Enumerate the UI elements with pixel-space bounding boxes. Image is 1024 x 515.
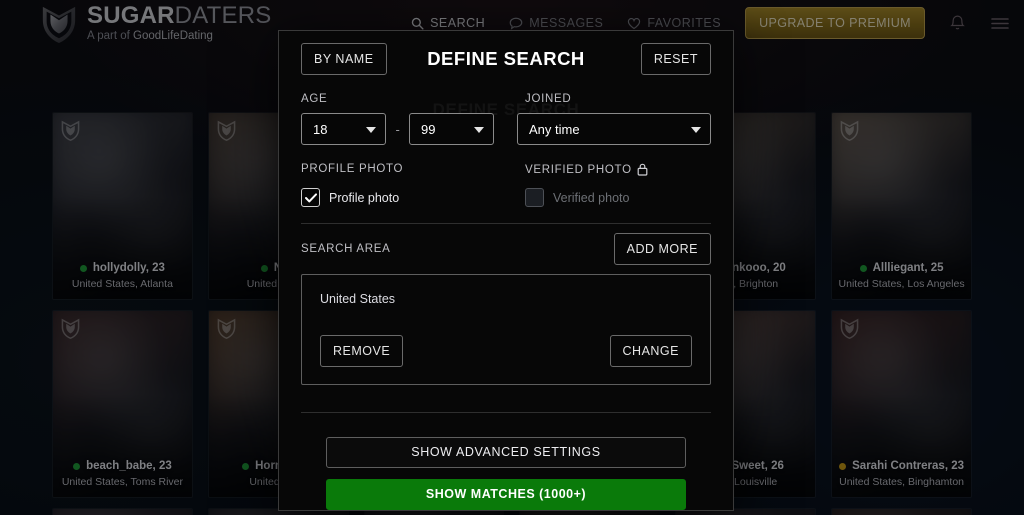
joined-select[interactable]: Any time	[517, 113, 711, 145]
field-inputs-row: 18 - 99 Any time	[301, 113, 711, 145]
profile-photo-label: PROFILE PHOTO	[301, 163, 404, 175]
age-range-separator: -	[395, 121, 400, 137]
checkmark-icon	[304, 192, 317, 202]
define-search-modal: DEFINE SEARCH BY NAME DEFINE SEARCH RESE…	[278, 30, 734, 511]
joined-value: Any time	[529, 121, 580, 137]
add-more-button[interactable]: ADD MORE	[613, 233, 711, 265]
show-matches-button[interactable]: SHOW MATCHES (1000+)	[326, 479, 686, 510]
show-advanced-settings-button[interactable]: SHOW ADVANCED SETTINGS	[326, 437, 686, 468]
verified-photo-label-group: VERIFIED PHOTO	[525, 163, 648, 176]
reset-button[interactable]: RESET	[640, 43, 711, 75]
age-label: AGE	[301, 93, 328, 105]
remove-area-button[interactable]: REMOVE	[320, 335, 404, 367]
checkbox-box-disabled	[525, 188, 544, 207]
joined-label: JOINED	[525, 93, 572, 105]
photo-checkboxes-row: Profile photo Verified photo	[301, 188, 711, 207]
lock-icon	[637, 163, 648, 176]
page-root: SUGARDATERS A part of GoodLifeDating SEA…	[0, 0, 1024, 515]
checkbox-box-checked	[301, 188, 320, 207]
age-max-select[interactable]: 99	[409, 113, 495, 145]
search-area-label: SEARCH AREA	[301, 243, 391, 255]
age-min-select[interactable]: 18	[301, 113, 387, 145]
verified-photo-checkbox-cell: Verified photo	[525, 188, 629, 207]
chevron-down-icon	[366, 127, 377, 133]
search-area-entry: United States REMOVE CHANGE	[301, 274, 711, 385]
chevron-down-icon	[474, 127, 485, 133]
divider-bottom	[301, 412, 711, 413]
profile-photo-checkbox[interactable]: Profile photo	[301, 188, 525, 207]
verified-photo-checkbox-label: Verified photo	[553, 190, 630, 205]
search-area-header: SEARCH AREA ADD MORE	[301, 224, 711, 274]
modal-header: BY NAME DEFINE SEARCH RESET	[301, 31, 711, 87]
verified-photo-checkbox[interactable]: Verified photo	[525, 188, 629, 207]
photo-labels-row: PROFILE PHOTO VERIFIED PHOTO	[301, 163, 711, 176]
field-labels-row: AGE JOINED	[301, 93, 711, 105]
search-area-entry-actions: REMOVE CHANGE	[320, 335, 692, 367]
profile-photo-checkbox-label: Profile photo	[329, 190, 400, 205]
by-name-button[interactable]: BY NAME	[301, 43, 387, 75]
age-min-value: 18	[313, 121, 328, 137]
change-area-button[interactable]: CHANGE	[609, 335, 692, 367]
age-max-value: 99	[421, 121, 436, 137]
verified-photo-label: VERIFIED PHOTO	[525, 163, 632, 176]
profile-photo-checkbox-cell: Profile photo	[301, 188, 525, 207]
chevron-down-icon	[691, 127, 701, 133]
search-area-entry-name: United States	[320, 292, 396, 306]
